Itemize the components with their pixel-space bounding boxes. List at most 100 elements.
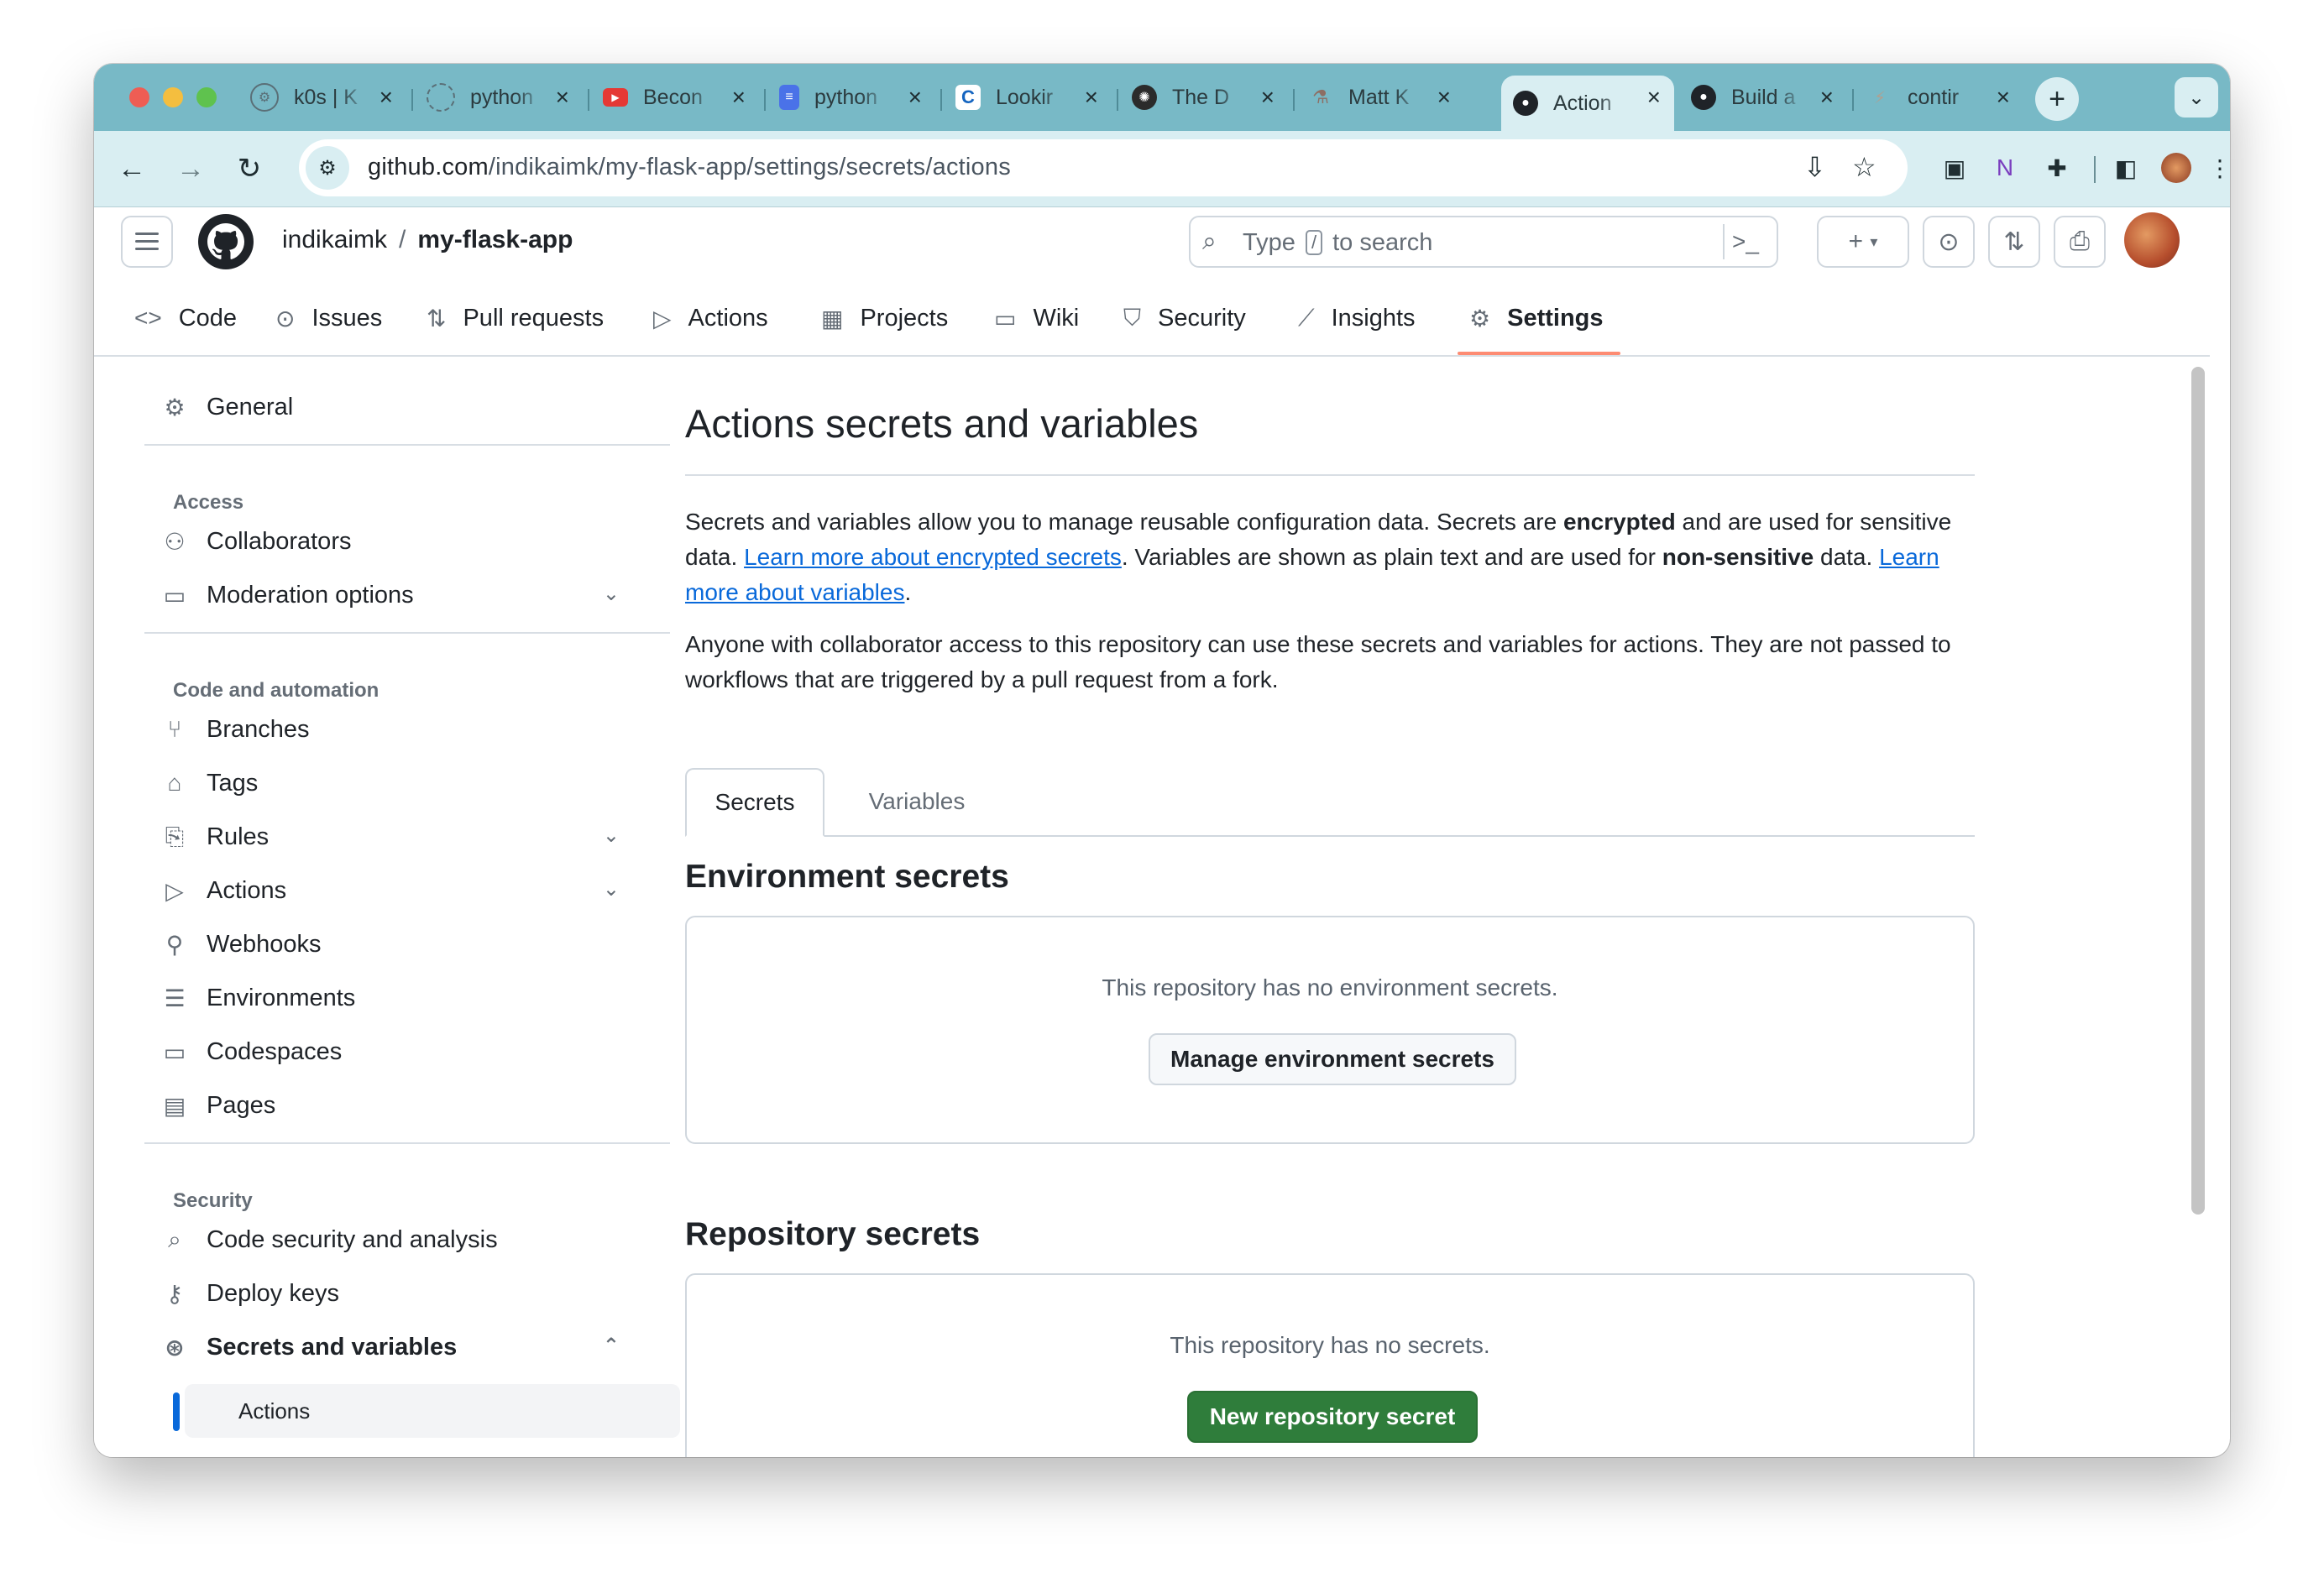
close-tab-icon[interactable]: × — [379, 84, 393, 111]
bookmark-star-icon[interactable]: ☆ — [1852, 151, 1876, 183]
search-icon: ⌕ — [1202, 227, 1217, 255]
github-header: indikaimk / my-flask-app ⌕ Type / to searc… — [94, 207, 2210, 283]
extension-icon[interactable]: ▣ — [1938, 151, 1971, 185]
search-input[interactable]: ⌕ Type / to search >_ — [1189, 216, 1778, 268]
manage-environment-secrets-button[interactable]: Manage environment secrets — [1149, 1033, 1516, 1085]
tab-issues[interactable]: ⊙ Issues — [275, 300, 382, 337]
new-tab-button[interactable]: + — [2035, 77, 2079, 121]
webhook-icon: ⚲ — [165, 931, 184, 958]
close-tab-icon[interactable]: × — [1997, 84, 2010, 111]
maximize-window-button[interactable] — [196, 87, 217, 107]
close-tab-icon[interactable]: × — [1085, 84, 1098, 111]
sidebar-item-pages[interactable]: ▤ Pages — [133, 1082, 645, 1129]
tab-wiki[interactable]: ▭ Wiki — [994, 300, 1079, 337]
minimize-window-button[interactable] — [163, 87, 183, 107]
tab-search-chevron-icon[interactable]: ⌄ — [2175, 77, 2218, 118]
tab-secrets[interactable]: Secrets — [685, 768, 824, 837]
sidebar-heading-security: Security — [173, 1189, 253, 1212]
create-new-button[interactable]: + ▾ — [1817, 216, 1909, 268]
sidebar-item-codespaces[interactable]: ▭ Codespaces — [133, 1028, 645, 1075]
code-icon: <> — [134, 305, 162, 331]
sidebar-item-general[interactable]: ⚙ General — [133, 384, 645, 431]
forward-arrow-icon[interactable]: → — [171, 149, 210, 188]
close-tab-icon[interactable]: × — [1261, 84, 1275, 111]
onenote-icon[interactable]: N — [1988, 151, 2022, 185]
back-arrow-icon[interactable]: ← — [113, 149, 151, 188]
active-tab-indicator — [1458, 352, 1620, 355]
close-tab-icon[interactable]: × — [1820, 84, 1834, 111]
user-avatar[interactable] — [2124, 212, 2180, 268]
sidebar-item-code-security[interactable]: ⌕ Code security and analysis — [133, 1216, 645, 1263]
tab-actions[interactable]: ▷ Actions — [653, 300, 768, 337]
browser-menu-icon[interactable]: ⋮ — [2203, 151, 2230, 185]
owner-link[interactable]: indikaimk — [282, 226, 387, 253]
browser-tab[interactable]: ▶ Becon × — [591, 76, 759, 119]
hamburger-menu-icon[interactable] — [121, 216, 173, 268]
address-bar[interactable]: ⚙ github.com/indikaimk/my-flask-app/sett… — [299, 139, 1908, 196]
encrypted-secrets-link[interactable]: Learn more about encrypted secrets — [744, 544, 1122, 570]
sidebar-item-moderation[interactable]: ▭ Moderation options ⌄ — [133, 572, 645, 619]
tab-settings[interactable]: ⚙ Settings — [1469, 300, 1604, 337]
browser-tab[interactable]: ⚗ Matt K × — [1296, 76, 1464, 119]
browser-tab[interactable]: ⚡ contir × — [1856, 76, 2023, 119]
sidebar-item-collaborators[interactable]: ⚇ Collaborators — [133, 518, 645, 565]
sidebar-heading-code-automation: Code and automation — [173, 679, 379, 702]
environment-secrets-empty-text: This repository has no environment secre… — [1102, 974, 1558, 1000]
tab-projects[interactable]: ▦ Projects — [821, 300, 948, 337]
puzzle-extensions-icon[interactable]: ✚ — [2040, 151, 2074, 185]
close-tab-icon[interactable]: × — [1437, 84, 1451, 111]
codescan-icon: ⌕ — [168, 1225, 181, 1252]
new-repository-secret-button[interactable]: New repository secret — [1187, 1391, 1478, 1443]
tab-pull-requests[interactable]: ⇅ Pull requests — [427, 300, 604, 337]
sidebar-item-deploy-keys[interactable]: ⚷ Deploy keys — [133, 1270, 645, 1317]
sidebar-item-tags[interactable]: ⌂ Tags — [133, 760, 645, 807]
issues-icon[interactable]: ⊙ — [1923, 216, 1975, 268]
reload-icon[interactable]: ↻ — [230, 149, 269, 188]
comment-discussion-icon: ▭ — [163, 582, 186, 609]
sidebar-item-rules[interactable]: ⎘ Rules ⌄ — [133, 813, 645, 860]
caret-down-icon: ▾ — [1870, 232, 1878, 250]
sidebar-heading-access: Access — [173, 491, 244, 514]
tab-strip: ⚙ k0s | K × python × ▶ Becon × ≡ python … — [94, 64, 2230, 131]
url-text[interactable]: github.com/indikaimk/my-flask-app/settin… — [368, 154, 1011, 181]
side-panel-icon[interactable]: ◧ — [2109, 151, 2143, 185]
browser-tab[interactable]: ⚙ k0s | K × — [238, 76, 406, 119]
browser-tab[interactable]: C Lookir × — [944, 76, 1112, 119]
install-app-icon[interactable]: ⇩ — [1803, 151, 1826, 183]
sidebar-item-environments[interactable]: ☰ Environments — [133, 974, 645, 1021]
close-tab-icon[interactable]: × — [556, 84, 569, 111]
codespaces-icon: ▭ — [163, 1038, 186, 1065]
page-scrollbar[interactable] — [2191, 367, 2205, 1215]
github-logo-icon[interactable] — [198, 214, 254, 269]
sidebar-item-secrets-variables[interactable]: ⊛ Secrets and variables ⌃ — [133, 1324, 645, 1371]
sidebar-item-webhooks[interactable]: ⚲ Webhooks — [133, 921, 645, 968]
browser-tab[interactable]: ≡ python × — [767, 76, 935, 119]
tab-variables[interactable]: Variables — [850, 768, 984, 835]
gitlab-icon: ⚡ — [1873, 88, 1887, 107]
inbox-icon[interactable]: ⎙ — [2054, 216, 2106, 268]
tab-security[interactable]: ⛉ Security — [1123, 300, 1246, 337]
repo-nav: <> Code ⊙ Issues ⇅ Pull requests ▷ Actions ▦… — [94, 288, 2210, 357]
tab-insights[interactable]: ⟋ Insights — [1298, 300, 1416, 337]
repo-link[interactable]: my-flask-app — [417, 226, 573, 253]
youtube-icon: ▶ — [603, 88, 628, 107]
browser-tab[interactable]: ✺ The D × — [1120, 76, 1288, 119]
profile-avatar[interactable] — [2159, 151, 2193, 185]
browser-tab[interactable]: ● Build a × — [1679, 76, 1847, 119]
sidebar-subitem-actions[interactable]: Actions — [185, 1384, 680, 1438]
close-tab-icon[interactable]: × — [1647, 84, 1661, 111]
browser-tab[interactable]: python × — [415, 76, 583, 119]
pull-requests-icon[interactable]: ⇅ — [1988, 216, 2040, 268]
close-tab-icon[interactable]: × — [732, 84, 746, 111]
play-icon: ▷ — [653, 305, 672, 332]
browser-tab-active[interactable]: ● Action × — [1501, 76, 1674, 131]
close-tab-icon[interactable]: × — [908, 84, 922, 111]
sidebar-item-branches[interactable]: ⑂ Branches — [133, 706, 645, 753]
sidebar-item-actions[interactable]: ▷ Actions ⌄ — [133, 867, 645, 914]
site-info-icon[interactable]: ⚙ — [306, 146, 349, 190]
command-palette-icon[interactable]: >_ — [1723, 224, 1767, 259]
tag-icon: ⌂ — [167, 770, 182, 796]
tab-code[interactable]: <> Code — [134, 300, 237, 337]
close-window-button[interactable] — [129, 87, 149, 107]
github-icon: ● — [1513, 91, 1538, 116]
